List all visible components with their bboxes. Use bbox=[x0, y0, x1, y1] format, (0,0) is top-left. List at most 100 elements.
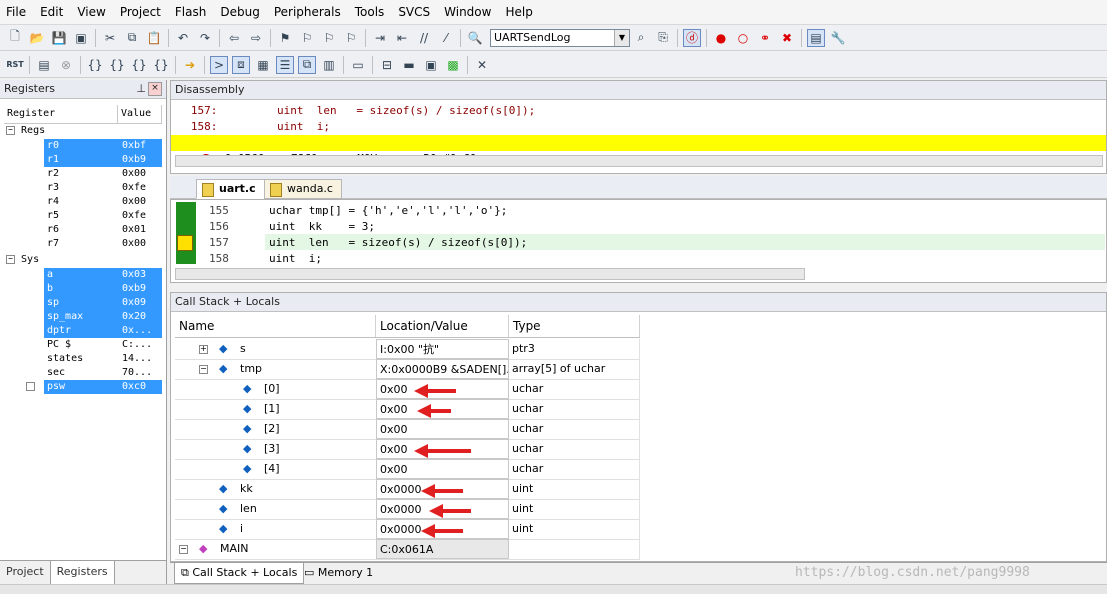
location-column-header[interactable]: Location/Value bbox=[376, 315, 509, 337]
callstack-row[interactable]: ◆ len 0x0000 uint bbox=[175, 499, 640, 520]
source-line[interactable]: uint kk = 3; bbox=[269, 220, 375, 233]
bookmark-icon[interactable]: ⚑ bbox=[276, 29, 294, 47]
breakpoint-kill-all-icon[interactable]: ✖ bbox=[778, 29, 796, 47]
tab-memory-1[interactable]: ▭ Memory 1 bbox=[298, 563, 379, 582]
group-regs[interactable]: − Regs bbox=[6, 125, 45, 136]
find-in-files-icon[interactable]: 🔍 bbox=[466, 29, 484, 47]
register-row[interactable]: a 0x03 bbox=[44, 268, 162, 282]
comment-icon[interactable]: // bbox=[415, 29, 433, 47]
find-icon[interactable]: ⌕ bbox=[632, 29, 650, 47]
save-icon[interactable]: 💾 bbox=[50, 29, 68, 47]
menu-svcs[interactable]: SVCS bbox=[392, 0, 438, 24]
menu-window[interactable]: Window bbox=[438, 0, 499, 24]
tab-wanda-c[interactable]: wanda.c bbox=[264, 179, 342, 199]
callstack-row[interactable]: ◆ [3] 0x00 uchar bbox=[175, 439, 640, 460]
breakpoint-disable-all-icon[interactable]: ⚭ bbox=[756, 29, 774, 47]
callstack-row[interactable]: + ◆ s I:0x00 "抗" ptr3 bbox=[175, 339, 640, 360]
disassembly-scrollbar[interactable] bbox=[175, 155, 1103, 167]
indent-icon[interactable]: ⇥ bbox=[371, 29, 389, 47]
register-row[interactable]: r3 0xfe bbox=[44, 181, 162, 195]
save-all-icon[interactable]: ▣ bbox=[72, 29, 90, 47]
close-icon[interactable]: × bbox=[148, 82, 162, 96]
source-line[interactable]: uchar tmp[] = {'h','e','l','l','o'}; bbox=[269, 204, 507, 217]
uncomment-icon[interactable]: ⁄ bbox=[437, 29, 455, 47]
source-editor[interactable]: 155 156 157 158 uchar tmp[] = {'h','e','… bbox=[170, 199, 1107, 283]
source-line[interactable]: uint i; bbox=[269, 252, 322, 265]
cut-icon[interactable]: ✂ bbox=[101, 29, 119, 47]
source-line[interactable]: uint len = sizeof(s) / sizeof(s[0]); bbox=[269, 236, 527, 249]
collapse-icon[interactable]: − bbox=[6, 254, 15, 264]
trace-window-icon[interactable]: ▣ bbox=[422, 56, 440, 74]
callstack-row[interactable]: ◆ [0] 0x00 uchar bbox=[175, 379, 640, 400]
run-to-cursor-icon[interactable]: {} bbox=[152, 56, 170, 74]
step-into-icon[interactable]: {} bbox=[86, 56, 104, 74]
chevron-down-icon[interactable]: ▼ bbox=[614, 29, 629, 46]
run-icon[interactable]: ▤ bbox=[35, 56, 53, 74]
stop-icon[interactable]: ⊗ bbox=[57, 56, 75, 74]
register-row[interactable]: sec 70... bbox=[44, 366, 162, 380]
menu-tools[interactable]: Tools bbox=[349, 0, 393, 24]
disassembly-line[interactable]: 157: uint len = sizeof(s) / sizeof(s[0])… bbox=[171, 103, 535, 119]
tab-project[interactable]: Project bbox=[0, 561, 50, 585]
undo-icon[interactable]: ↶ bbox=[174, 29, 192, 47]
breakpoint-disable-icon[interactable]: ○ bbox=[734, 29, 752, 47]
variable-value[interactable]: 0x00 bbox=[376, 419, 509, 439]
type-column-header[interactable]: Type bbox=[509, 315, 640, 337]
disassembly-window-icon[interactable]: ⧈ bbox=[232, 55, 250, 74]
register-row[interactable]: sp_max 0x20 bbox=[44, 310, 162, 324]
callstack-window-icon[interactable]: ⧉ bbox=[298, 55, 316, 74]
expand-icon[interactable]: + bbox=[199, 345, 208, 354]
callstack-row[interactable]: ◆ kk 0x0000 uint bbox=[175, 479, 640, 500]
register-row[interactable]: r7 0x00 bbox=[44, 237, 162, 251]
analysis-window-icon[interactable]: ▬ bbox=[400, 56, 418, 74]
new-file-icon[interactable]: 🗋 bbox=[6, 29, 24, 47]
menu-flash[interactable]: Flash bbox=[169, 0, 214, 24]
disassembly-line[interactable]: 158: uint i; bbox=[171, 119, 330, 135]
register-column-header[interactable]: Register bbox=[4, 105, 118, 123]
register-row[interactable]: r1 0xb9 bbox=[44, 153, 162, 167]
show-next-statement-icon[interactable]: ➔ bbox=[181, 56, 199, 74]
register-row[interactable]: r0 0xbf bbox=[44, 139, 162, 153]
menu-view[interactable]: View bbox=[71, 0, 113, 24]
register-row[interactable]: r2 0x00 bbox=[44, 167, 162, 181]
disassembly-current-line[interactable]: ⇒::0x0B60 78C0 MOV R0,#0xC0 bbox=[171, 135, 1106, 166]
expand-icon[interactable]: + bbox=[26, 382, 35, 391]
registers-window-icon[interactable]: ☰ bbox=[276, 55, 294, 74]
settings-wrench-icon[interactable]: 🔧 bbox=[829, 29, 847, 47]
reset-icon[interactable]: RST bbox=[6, 56, 24, 74]
menu-project[interactable]: Project bbox=[114, 0, 169, 24]
register-row[interactable]: dptr 0x... bbox=[44, 324, 162, 338]
serial-window-icon[interactable]: ⊟ bbox=[378, 56, 396, 74]
register-row[interactable]: r4 0x00 bbox=[44, 195, 162, 209]
copy-icon[interactable]: ⧉ bbox=[123, 29, 141, 47]
variable-value[interactable]: I:0x00 "抗" bbox=[376, 339, 509, 359]
step-out-icon[interactable]: {} bbox=[130, 56, 148, 74]
tab-uart-c[interactable]: uart.c bbox=[196, 179, 265, 199]
pin-icon[interactable]: ⊥ bbox=[136, 80, 146, 98]
menu-file[interactable]: File bbox=[0, 0, 34, 24]
watch-window-icon[interactable]: ▥ bbox=[320, 56, 338, 74]
menu-peripherals[interactable]: Peripherals bbox=[268, 0, 349, 24]
register-row[interactable]: b 0xb9 bbox=[44, 282, 162, 296]
incremental-find-icon[interactable]: ⎘ bbox=[654, 29, 672, 47]
bookmark-next-icon[interactable]: ⚐ bbox=[320, 29, 338, 47]
paste-icon[interactable]: 📋 bbox=[145, 29, 163, 47]
collapse-icon[interactable]: − bbox=[6, 125, 15, 135]
unindent-icon[interactable]: ⇤ bbox=[393, 29, 411, 47]
menu-debug[interactable]: Debug bbox=[214, 0, 267, 24]
redo-icon[interactable]: ↷ bbox=[196, 29, 214, 47]
system-viewer-icon[interactable]: ▩ bbox=[444, 56, 462, 74]
bookmark-prev-icon[interactable]: ⚐ bbox=[298, 29, 316, 47]
bookmark-clear-icon[interactable]: ⚐ bbox=[342, 29, 360, 47]
collapse-icon[interactable]: − bbox=[179, 545, 188, 554]
group-sys[interactable]: − Sys bbox=[6, 254, 39, 265]
variable-value[interactable]: C:0x061A bbox=[376, 539, 509, 559]
menu-help[interactable]: Help bbox=[499, 0, 540, 24]
symbols-window-icon[interactable]: ▦ bbox=[254, 56, 272, 74]
callstack-row[interactable]: − ◆ MAIN C:0x061A bbox=[175, 539, 640, 560]
register-row[interactable]: + psw 0xc0 bbox=[26, 380, 162, 394]
nav-back-icon[interactable]: ⇦ bbox=[225, 29, 243, 47]
memory-window-icon[interactable]: ▭ bbox=[349, 56, 367, 74]
editor-scrollbar[interactable] bbox=[175, 268, 805, 280]
toolbox-icon[interactable]: ✕ bbox=[473, 56, 491, 74]
